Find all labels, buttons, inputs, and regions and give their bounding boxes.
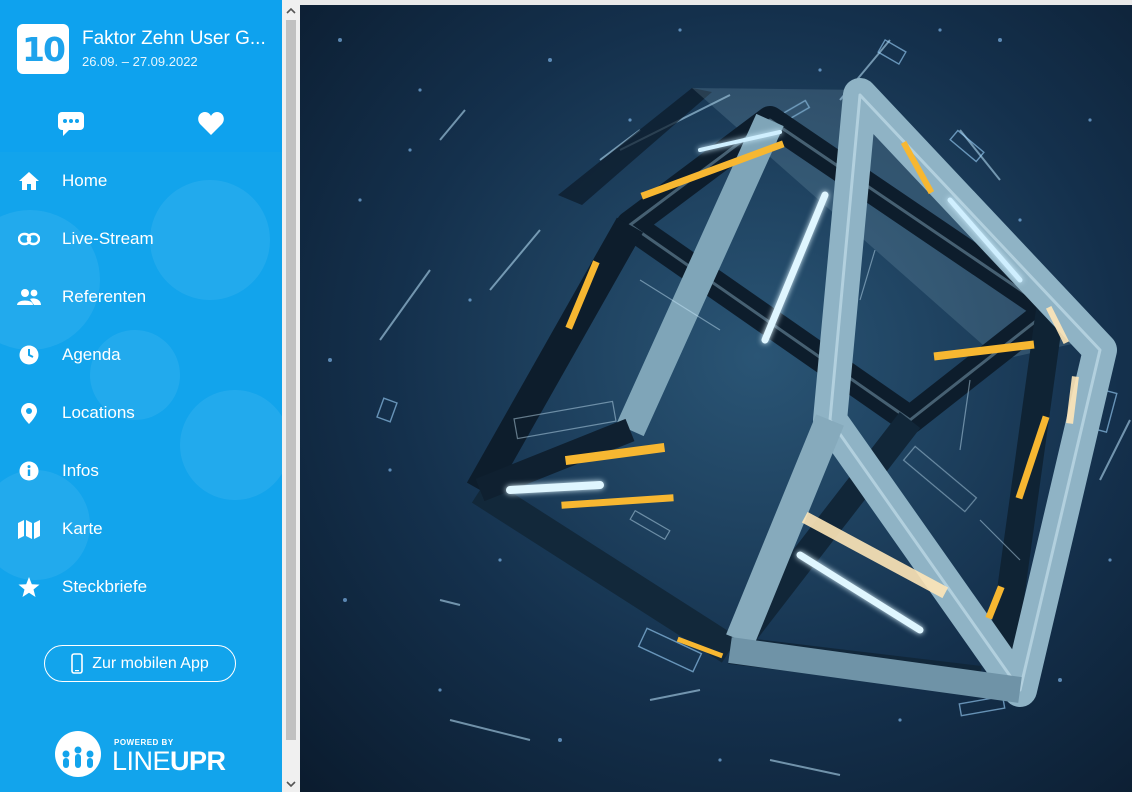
chevron-up-icon <box>286 7 296 14</box>
star-icon <box>17 575 41 599</box>
sidebar-item-live-stream[interactable]: Live-Stream <box>0 210 282 268</box>
sidebar-item-label: Referenten <box>62 287 147 306</box>
sidebar-item-karte[interactable]: Karte <box>0 500 282 558</box>
chevron-down-icon <box>286 780 296 787</box>
tesseract-cube-illustration <box>300 0 1132 792</box>
home-icon <box>17 169 41 193</box>
sidebar-item-home[interactable]: Home <box>0 152 282 210</box>
mobile-app-button[interactable]: Zur mobilen App <box>44 645 236 682</box>
clock-icon <box>17 343 41 367</box>
event-logo: 10 <box>17 24 69 74</box>
favorites-button[interactable] <box>196 110 226 138</box>
sidebar-item-label: Infos <box>62 461 99 480</box>
map-icon <box>17 517 41 541</box>
sidebar-item-label: Locations <box>62 403 135 422</box>
sidebar-item-locations[interactable]: Locations <box>0 384 282 442</box>
event-title[interactable]: Faktor Zehn User G... <box>82 28 266 50</box>
phone-icon <box>71 653 84 674</box>
scroll-up-arrow[interactable] <box>282 2 300 19</box>
link-icon <box>17 227 41 251</box>
sidebar-item-label: Karte <box>62 519 103 538</box>
people-icon <box>17 285 41 309</box>
sidebar: 10 Faktor Zehn User G... 26.09. – 27.09.… <box>0 0 282 792</box>
chat-icon <box>58 112 84 136</box>
sidebar-item-agenda[interactable]: Agenda <box>0 326 282 384</box>
event-logo-text: 10 <box>22 29 66 69</box>
sidebar-item-referenten[interactable]: Referenten <box>0 268 282 326</box>
info-icon <box>17 459 41 483</box>
heart-icon <box>198 112 224 135</box>
sidebar-item-label: Home <box>62 171 108 190</box>
lineupr-logo-icon <box>55 731 101 777</box>
wordmark-bold: UPR <box>170 746 226 776</box>
chat-button[interactable] <box>56 110 86 138</box>
hero-image <box>300 0 1132 792</box>
sidebar-item-label: Live-Stream <box>62 229 154 248</box>
scroll-down-arrow[interactable] <box>282 775 300 792</box>
sidebar-item-steckbriefe[interactable]: Steckbriefe <box>0 558 282 616</box>
sidebar-scrollbar[interactable] <box>282 0 300 792</box>
event-dates: 26.09. – 27.09.2022 <box>82 54 198 69</box>
location-pin-icon <box>17 401 41 425</box>
sidebar-item-infos[interactable]: Infos <box>0 442 282 500</box>
powered-by-logo[interactable]: POWERED BY LINEUPR <box>54 730 234 780</box>
sidebar-item-label: Steckbriefe <box>62 577 148 596</box>
event-header: 10 Faktor Zehn User G... 26.09. – 27.09.… <box>0 0 282 152</box>
mobile-app-label: Zur mobilen App <box>92 654 209 672</box>
wordmark-light: LINE <box>112 746 171 776</box>
scrollbar-thumb[interactable] <box>286 20 296 740</box>
sidebar-nav: Home Live-Stream Referenten Agenda Locat… <box>0 152 282 616</box>
sidebar-item-label: Agenda <box>62 345 121 364</box>
lineupr-wordmark: LINEUPR <box>112 746 226 777</box>
